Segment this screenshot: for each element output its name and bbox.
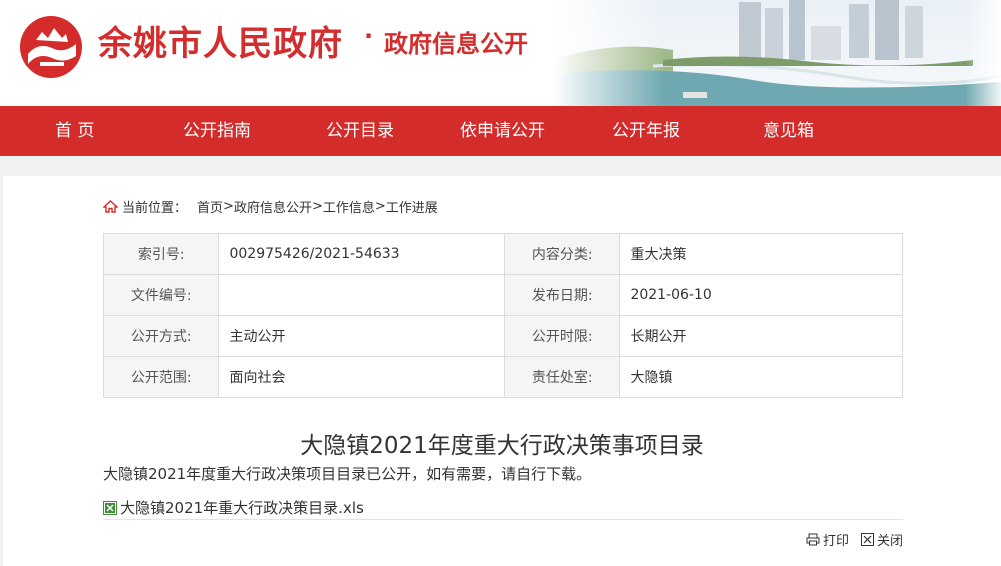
- responsible-dept-value: 大隐镇: [619, 356, 903, 398]
- breadcrumb-item-work-progress[interactable]: 工作进展: [386, 197, 438, 216]
- disclosure-scope-label: 公开范围:: [102, 356, 220, 398]
- nav-item-annual-report[interactable]: 公开年报: [612, 106, 680, 156]
- excel-file-icon: [103, 500, 117, 515]
- site-title: 余姚市人民政府: [98, 24, 343, 64]
- main-nav: 首 页 公开指南 公开目录 依申请公开 公开年报 意见箱: [0, 106, 1001, 156]
- publish-date-value: 2021-06-10: [619, 274, 903, 316]
- publish-date-label: 发布日期:: [503, 274, 621, 316]
- category-value: 重大决策: [619, 233, 903, 275]
- index-label: 索引号:: [102, 233, 220, 275]
- disclosure-method-value: 主动公开: [218, 315, 505, 357]
- breadcrumb-item-info-disclosure[interactable]: 政府信息公开: [234, 197, 312, 216]
- city-emblem-logo: [20, 16, 82, 78]
- attachment-link[interactable]: 大隐镇2021年重大行政决策目录.xls: [103, 497, 364, 518]
- category-label: 内容分类:: [503, 233, 621, 275]
- site-subtitle: 政府信息公开: [384, 30, 528, 58]
- article-title: 大隐镇2021年度重大行政决策事项目录: [300, 433, 704, 459]
- breadcrumb: 当前位置： 首页 > 政府信息公开 > 工作信息 > 工作进展: [103, 197, 438, 216]
- print-label[interactable]: 打印: [823, 530, 849, 549]
- city-river-banner-image: [553, 0, 1001, 106]
- home-icon: [103, 200, 118, 213]
- article-body: 大隐镇2021年度重大行政决策项目目录已公开，如有需要，请自行下载。: [103, 465, 592, 483]
- close-label[interactable]: 关闭: [877, 530, 903, 549]
- disclosure-term-label: 公开时限:: [503, 315, 621, 357]
- nav-item-catalog[interactable]: 公开目录: [326, 106, 394, 156]
- nav-item-request[interactable]: 依申请公开: [460, 106, 545, 156]
- table-row: 索引号: 002975426/2021-54633 内容分类: 重大决策: [102, 233, 903, 275]
- breadcrumb-item-work-info[interactable]: 工作信息: [323, 197, 375, 216]
- breadcrumb-separator: >: [374, 199, 386, 214]
- breadcrumb-separator: >: [311, 199, 323, 214]
- attachment-filename[interactable]: 大隐镇2021年重大行政决策目录.xls: [120, 497, 364, 518]
- close-icon: [860, 533, 874, 546]
- site-header: 余姚市人民政府 · 政府信息公开: [0, 0, 1001, 106]
- nav-item-feedback[interactable]: 意见箱: [763, 106, 814, 156]
- breadcrumb-prefix: 当前位置：: [122, 201, 188, 216]
- breadcrumb-separator: >: [223, 199, 234, 214]
- responsible-dept-label: 责任处室:: [503, 356, 621, 398]
- nav-item-guide[interactable]: 公开指南: [183, 106, 251, 156]
- print-button[interactable]: 打印: [806, 530, 849, 549]
- printer-icon: [806, 533, 820, 546]
- table-row: 公开范围: 面向社会 责任处室: 大隐镇: [102, 356, 903, 398]
- disclosure-term-value: 长期公开: [619, 315, 903, 357]
- divider: [103, 519, 903, 520]
- index-value: 002975426/2021-54633: [218, 233, 505, 275]
- breadcrumb-item-home[interactable]: 首页: [197, 197, 223, 216]
- page-tools: 打印 关闭: [794, 530, 903, 549]
- doc-number-value: [218, 274, 505, 316]
- table-row: 公开方式: 主动公开 公开时限: 长期公开: [102, 315, 903, 357]
- nav-item-home[interactable]: 首 页: [55, 106, 94, 156]
- close-button[interactable]: 关闭: [860, 530, 903, 549]
- disclosure-scope-value: 面向社会: [218, 356, 505, 398]
- content-panel: 当前位置： 首页 > 政府信息公开 > 工作信息 > 工作进展 索引号: 002…: [3, 176, 1001, 566]
- disclosure-method-label: 公开方式:: [102, 315, 220, 357]
- document-info-table: 索引号: 002975426/2021-54633 内容分类: 重大决策 文件编…: [102, 233, 903, 398]
- table-row: 文件编号: 发布日期: 2021-06-10: [102, 274, 903, 316]
- doc-number-label: 文件编号:: [102, 274, 220, 316]
- title-separator: ·: [364, 22, 374, 50]
